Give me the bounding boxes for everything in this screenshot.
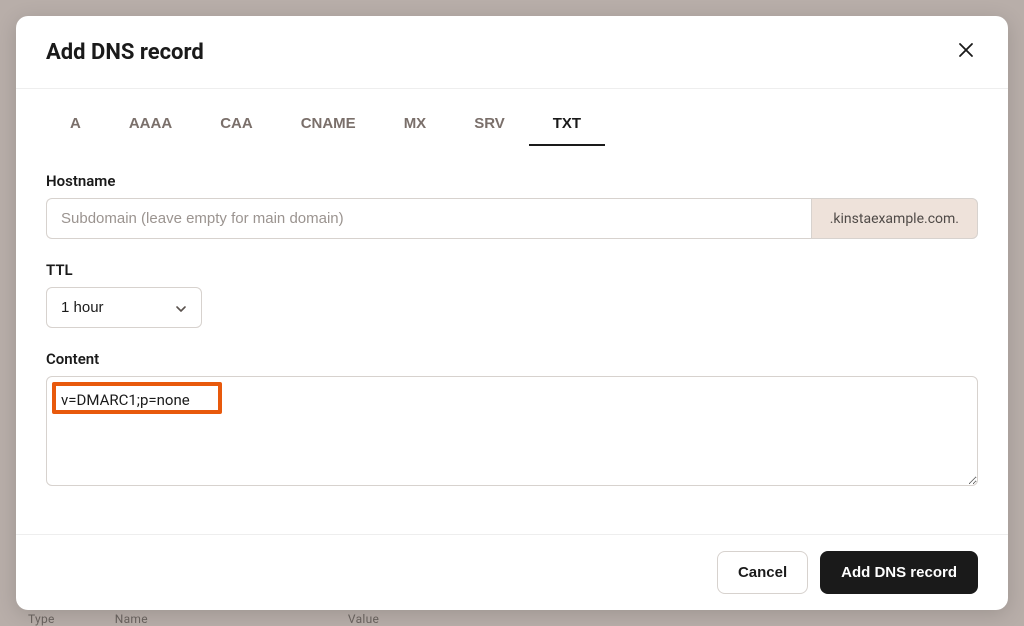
- ttl-group: TTL 1 hour: [46, 261, 978, 328]
- modal-title: Add DNS record: [46, 40, 204, 65]
- modal-footer: Cancel Add DNS record: [16, 534, 1008, 610]
- cancel-button[interactable]: Cancel: [717, 551, 808, 594]
- ttl-dropdown[interactable]: 1 hour: [46, 287, 202, 328]
- ttl-select: 1 hour: [46, 287, 202, 328]
- hostname-group: Hostname .kinstaexample.com.: [46, 172, 978, 239]
- tab-a[interactable]: A: [46, 107, 105, 146]
- tab-aaaa[interactable]: AAAA: [105, 107, 196, 146]
- content-wrapper: [46, 376, 978, 490]
- modal-body: A AAAA CAA CNAME MX SRV TXT Hostname .ki…: [16, 89, 1008, 534]
- tab-caa[interactable]: CAA: [196, 107, 277, 146]
- content-group: Content: [46, 350, 978, 490]
- hostname-label: Hostname: [46, 172, 978, 190]
- record-type-tabs: A AAAA CAA CNAME MX SRV TXT: [46, 89, 978, 146]
- domain-suffix: .kinstaexample.com.: [811, 198, 978, 239]
- background-table-header: Type Name Value: [28, 612, 379, 626]
- close-button[interactable]: [954, 38, 978, 66]
- close-icon: [958, 41, 974, 63]
- ttl-selected-value: 1 hour: [61, 299, 104, 316]
- content-textarea[interactable]: [46, 376, 978, 486]
- tab-mx[interactable]: MX: [380, 107, 451, 146]
- content-label: Content: [46, 350, 978, 368]
- modal-header: Add DNS record: [16, 16, 1008, 89]
- chevron-down-icon: [175, 302, 187, 314]
- submit-button[interactable]: Add DNS record: [820, 551, 978, 594]
- ttl-label: TTL: [46, 261, 978, 279]
- tab-txt[interactable]: TXT: [529, 107, 605, 146]
- tab-cname[interactable]: CNAME: [277, 107, 380, 146]
- add-dns-record-modal: Add DNS record A AAAA CAA CNAME MX SRV T…: [16, 16, 1008, 610]
- hostname-input[interactable]: [46, 198, 811, 239]
- hostname-input-group: .kinstaexample.com.: [46, 198, 978, 239]
- tab-srv[interactable]: SRV: [450, 107, 529, 146]
